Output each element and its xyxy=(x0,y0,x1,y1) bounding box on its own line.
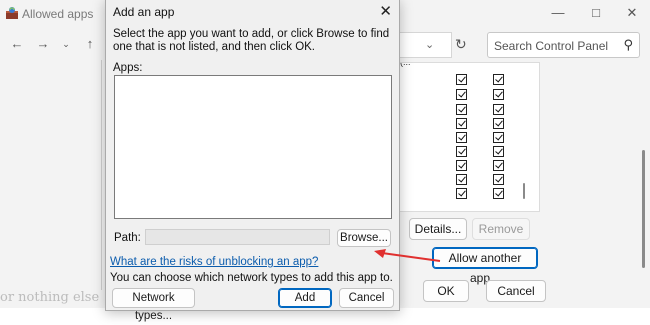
public-checkbox[interactable] xyxy=(493,74,504,85)
private-checkbox[interactable] xyxy=(456,74,467,85)
public-checkbox[interactable] xyxy=(493,188,504,199)
background-footer-text: or nothing else xyxy=(0,290,100,305)
private-checkbox[interactable] xyxy=(456,132,467,143)
allowed-apps-list: (... xyxy=(398,62,540,212)
refresh-icon[interactable]: ↻ xyxy=(455,36,467,53)
list-item xyxy=(398,187,539,201)
private-checkbox[interactable] xyxy=(456,104,467,115)
apps-listbox[interactable] xyxy=(114,75,392,219)
list-item xyxy=(398,131,539,145)
public-checkbox[interactable] xyxy=(493,104,504,115)
address-dropdown-chevron-icon[interactable]: ⌄ xyxy=(425,38,434,51)
path-label: Path: xyxy=(114,232,141,244)
private-checkbox[interactable] xyxy=(456,89,467,100)
risks-help-link[interactable]: What are the risks of unblocking an app? xyxy=(110,256,318,268)
back-arrow-icon[interactable]: ← xyxy=(9,36,25,52)
forward-arrow-icon[interactable]: → xyxy=(35,36,51,52)
network-types-note: You can choose which network types to ad… xyxy=(110,272,393,284)
allow-another-app-button[interactable]: Allow another app... xyxy=(432,247,538,285)
firewall-app-icon xyxy=(6,7,18,19)
network-types-button[interactable]: Network types... xyxy=(112,288,195,322)
list-item-partial-text: (... xyxy=(400,62,411,67)
private-checkbox[interactable] xyxy=(456,160,467,171)
public-checkbox[interactable] xyxy=(493,174,504,185)
private-checkbox[interactable] xyxy=(456,188,467,199)
private-checkbox[interactable] xyxy=(456,174,467,185)
maximize-button[interactable]: □ xyxy=(586,4,606,22)
list-item xyxy=(398,73,539,87)
search-icon: ⚲ xyxy=(623,37,633,52)
apps-label: Apps: xyxy=(113,62,143,74)
list-item xyxy=(398,173,539,187)
add-button[interactable]: Add xyxy=(278,288,332,308)
window-title: Allowed apps xyxy=(22,7,94,21)
remove-button[interactable]: Remove xyxy=(472,218,530,240)
path-field[interactable] xyxy=(145,229,330,245)
browse-button[interactable]: Browse... xyxy=(337,229,391,247)
list-item xyxy=(398,145,539,159)
details-button[interactable]: Details... xyxy=(409,218,467,240)
private-checkbox[interactable] xyxy=(456,118,467,129)
dialog-instruction: Select the app you want to add, or click… xyxy=(113,28,390,53)
public-checkbox[interactable] xyxy=(493,89,504,100)
add-an-app-dialog: Add an app ✕ Select the app you want to … xyxy=(105,0,400,322)
public-checkbox[interactable] xyxy=(493,160,504,171)
search-placeholder: Search Control Panel xyxy=(494,39,609,53)
list-item xyxy=(398,117,539,131)
dialog-title: Add an app xyxy=(113,5,175,19)
close-window-button[interactable]: ✕ xyxy=(622,4,642,22)
list-item xyxy=(398,88,539,102)
up-arrow-icon[interactable]: ↑ xyxy=(82,36,98,52)
list-item xyxy=(398,103,539,117)
divider xyxy=(101,60,102,290)
public-checkbox[interactable] xyxy=(493,132,504,143)
public-checkbox[interactable] xyxy=(493,146,504,157)
dialog-cancel-button[interactable]: Cancel xyxy=(339,288,394,308)
search-input[interactable]: Search Control Panel ⚲ xyxy=(487,32,640,58)
public-checkbox[interactable] xyxy=(493,118,504,129)
cancel-button[interactable]: Cancel xyxy=(486,280,546,302)
recent-locations-chevron-icon[interactable]: ⌄ xyxy=(58,36,74,52)
ok-button[interactable]: OK xyxy=(423,280,469,302)
close-icon[interactable]: ✕ xyxy=(379,2,392,20)
list-item xyxy=(398,159,539,173)
list-scrollbar[interactable] xyxy=(523,183,525,199)
minimize-button[interactable]: — xyxy=(548,4,568,22)
window-scrollbar[interactable] xyxy=(642,150,645,268)
annotation-arrow-icon xyxy=(374,249,441,262)
private-checkbox[interactable] xyxy=(456,146,467,157)
